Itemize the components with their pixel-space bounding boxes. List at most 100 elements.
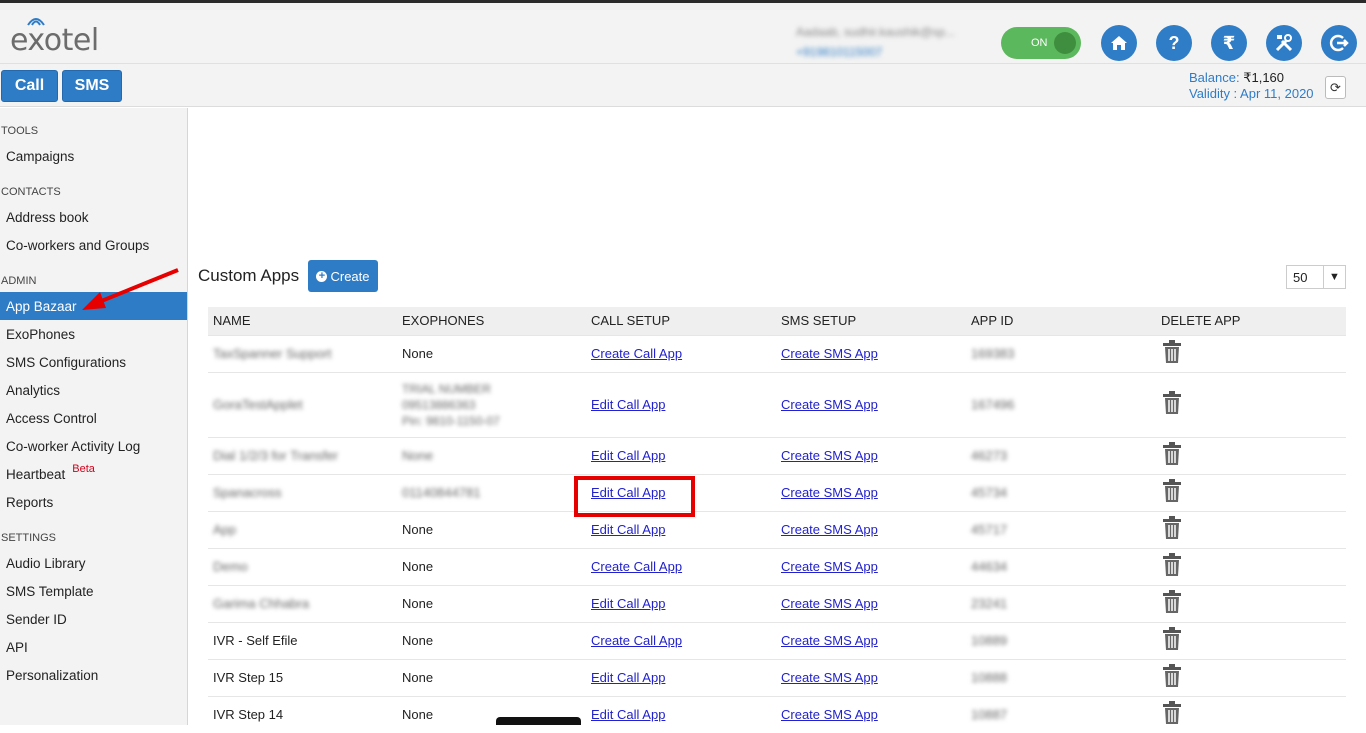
col-name[interactable]: NAME [208,307,397,335]
sidebar-item-campaigns[interactable]: Campaigns [0,142,187,170]
sms-app-link[interactable]: Create SMS App [781,397,878,412]
app-name-cell: IVR - Self Efile [208,621,397,659]
sms-app-link[interactable]: Create SMS App [781,559,878,574]
call-app-link[interactable]: Edit Call App [591,448,665,463]
delete-app-button[interactable] [1161,664,1183,691]
col-exophones[interactable]: EXOPHONES [397,307,586,335]
exophones-cell: None [397,584,586,622]
sidebar-item-label: Heartbeat [6,466,66,482]
sms-app-link[interactable]: Create SMS App [781,633,878,648]
exophone-value: 01140844781 [402,485,481,500]
sms-app-link[interactable]: Create SMS App [781,346,878,361]
delete-app-button[interactable] [1161,627,1183,654]
sidebar-item-api[interactable]: API [0,633,187,661]
exophone-value: None [402,448,434,463]
sms-setup-cell: Create SMS App [776,371,966,437]
col-sms-setup[interactable]: SMS SETUP [776,307,966,335]
delete-cell [1156,621,1346,659]
highlight-annotation [574,476,695,517]
sidebar-item-coworker-activity-log[interactable]: Co-worker Activity Log [0,432,187,460]
call-app-link[interactable]: Edit Call App [591,522,665,537]
call-app-link[interactable]: Edit Call App [591,670,665,685]
sidebar-item-heartbeat[interactable]: Heartbeat Beta [0,460,187,488]
header-divider [0,63,1366,64]
delete-app-button[interactable] [1161,590,1183,617]
delete-cell [1156,695,1346,733]
sidebar-section-settings: SETTINGS [1,532,57,544]
table-row: Garima Chhabra None Edit Call App Create SM… [208,584,1346,622]
call-app-link[interactable]: Create Call App [591,633,682,648]
sidebar-item-analytics[interactable]: Analytics [0,376,187,404]
sms-app-link[interactable]: Create SMS App [781,522,878,537]
sms-app-link[interactable]: Create SMS App [781,596,878,611]
call-app-link[interactable]: Create Call App [591,346,682,361]
sidebar-item-access-control[interactable]: Access Control [0,404,187,432]
col-call-setup[interactable]: CALL SETUP [586,307,776,335]
logo-wave-icon [27,18,45,26]
sms-setup-cell: Create SMS App [776,584,966,622]
sms-app-link[interactable]: Create SMS App [781,707,878,722]
delete-app-button[interactable] [1161,340,1183,367]
sidebar: TOOLS Campaigns CONTACTS Address book Co… [0,108,188,725]
sidebar-section-tools: TOOLS [1,125,39,137]
sms-app-link[interactable]: Create SMS App [781,670,878,685]
sidebar-item-sender-id[interactable]: Sender ID [0,605,187,633]
trash-icon [1163,701,1181,725]
sidebar-item-address-book[interactable]: Address book [0,203,187,231]
per-page-value: 50 [1293,269,1308,285]
sidebar-item-exophones[interactable]: ExoPhones [0,320,187,348]
logout-icon [1329,34,1349,52]
app-id-cell: 46273 [966,436,1156,474]
app-name-cell: Garima Chhabra [208,584,397,622]
user-phone: +919810115007 [796,45,883,59]
call-app-link[interactable]: Create Call App [591,559,682,574]
page-title: Custom Apps [198,266,300,285]
sms-app-link[interactable]: Create SMS App [781,485,878,500]
delete-app-button[interactable] [1161,391,1183,418]
delete-app-button[interactable] [1161,516,1183,543]
delete-app-button[interactable] [1161,701,1183,728]
trash-icon [1163,627,1181,650]
table-row: IVR Step 15 None Edit Call App Create SMS A… [208,658,1346,696]
sidebar-item-sms-configurations[interactable]: SMS Configurations [0,348,187,376]
home-icon [1111,36,1127,50]
settings-button[interactable] [1266,25,1302,61]
sidebar-item-coworkers-groups[interactable]: Co-workers and Groups [0,231,187,259]
sidebar-item-reports[interactable]: Reports [0,488,187,516]
sms-app-link[interactable]: Create SMS App [781,448,878,463]
home-button[interactable] [1101,25,1137,61]
delete-app-button[interactable] [1161,479,1183,506]
delete-app-button[interactable] [1161,553,1183,580]
create-label: Create [330,268,370,284]
exophones-cell: None [397,658,586,696]
exotel-logo[interactable]: exotel [10,18,99,58]
per-page-select[interactable]: 50 ▼ [1286,265,1346,289]
sms-button[interactable]: SMS [62,70,122,102]
help-button[interactable]: ? [1156,25,1192,61]
refresh-balance-button[interactable]: ⟳ [1325,76,1346,99]
create-app-button[interactable]: + Create [308,260,378,292]
logout-button[interactable] [1321,25,1357,61]
call-button[interactable]: Call [1,70,58,102]
app-id-cell: 169383 [966,334,1156,372]
sidebar-item-sms-template[interactable]: SMS Template [0,577,187,605]
status-toggle[interactable]: ON [1001,27,1081,59]
toggle-label: ON [1031,37,1048,49]
exophone-value: None [402,522,434,537]
col-app-id[interactable]: APP ID [966,307,1156,335]
call-app-link[interactable]: Edit Call App [591,596,665,611]
exophones-cell: None [397,510,586,548]
app-name-cell: IVR Step 15 [208,658,397,696]
call-setup-cell: Create Call App [586,621,776,659]
delete-app-button[interactable] [1161,442,1183,469]
app-name-cell: Demo [208,547,397,585]
exophones-cell: 01140844781 [397,473,586,511]
table-row: Demo None Create Call App Create SMS App 446… [208,547,1346,585]
call-app-link[interactable]: Edit Call App [591,707,665,722]
sidebar-item-audio-library[interactable]: Audio Library [0,549,187,577]
sidebar-item-personalization[interactable]: Personalization [0,661,187,689]
trash-icon [1163,479,1181,502]
recharge-button[interactable]: ₹ [1211,25,1247,61]
sms-setup-cell: Create SMS App [776,695,966,733]
call-app-link[interactable]: Edit Call App [591,397,665,412]
